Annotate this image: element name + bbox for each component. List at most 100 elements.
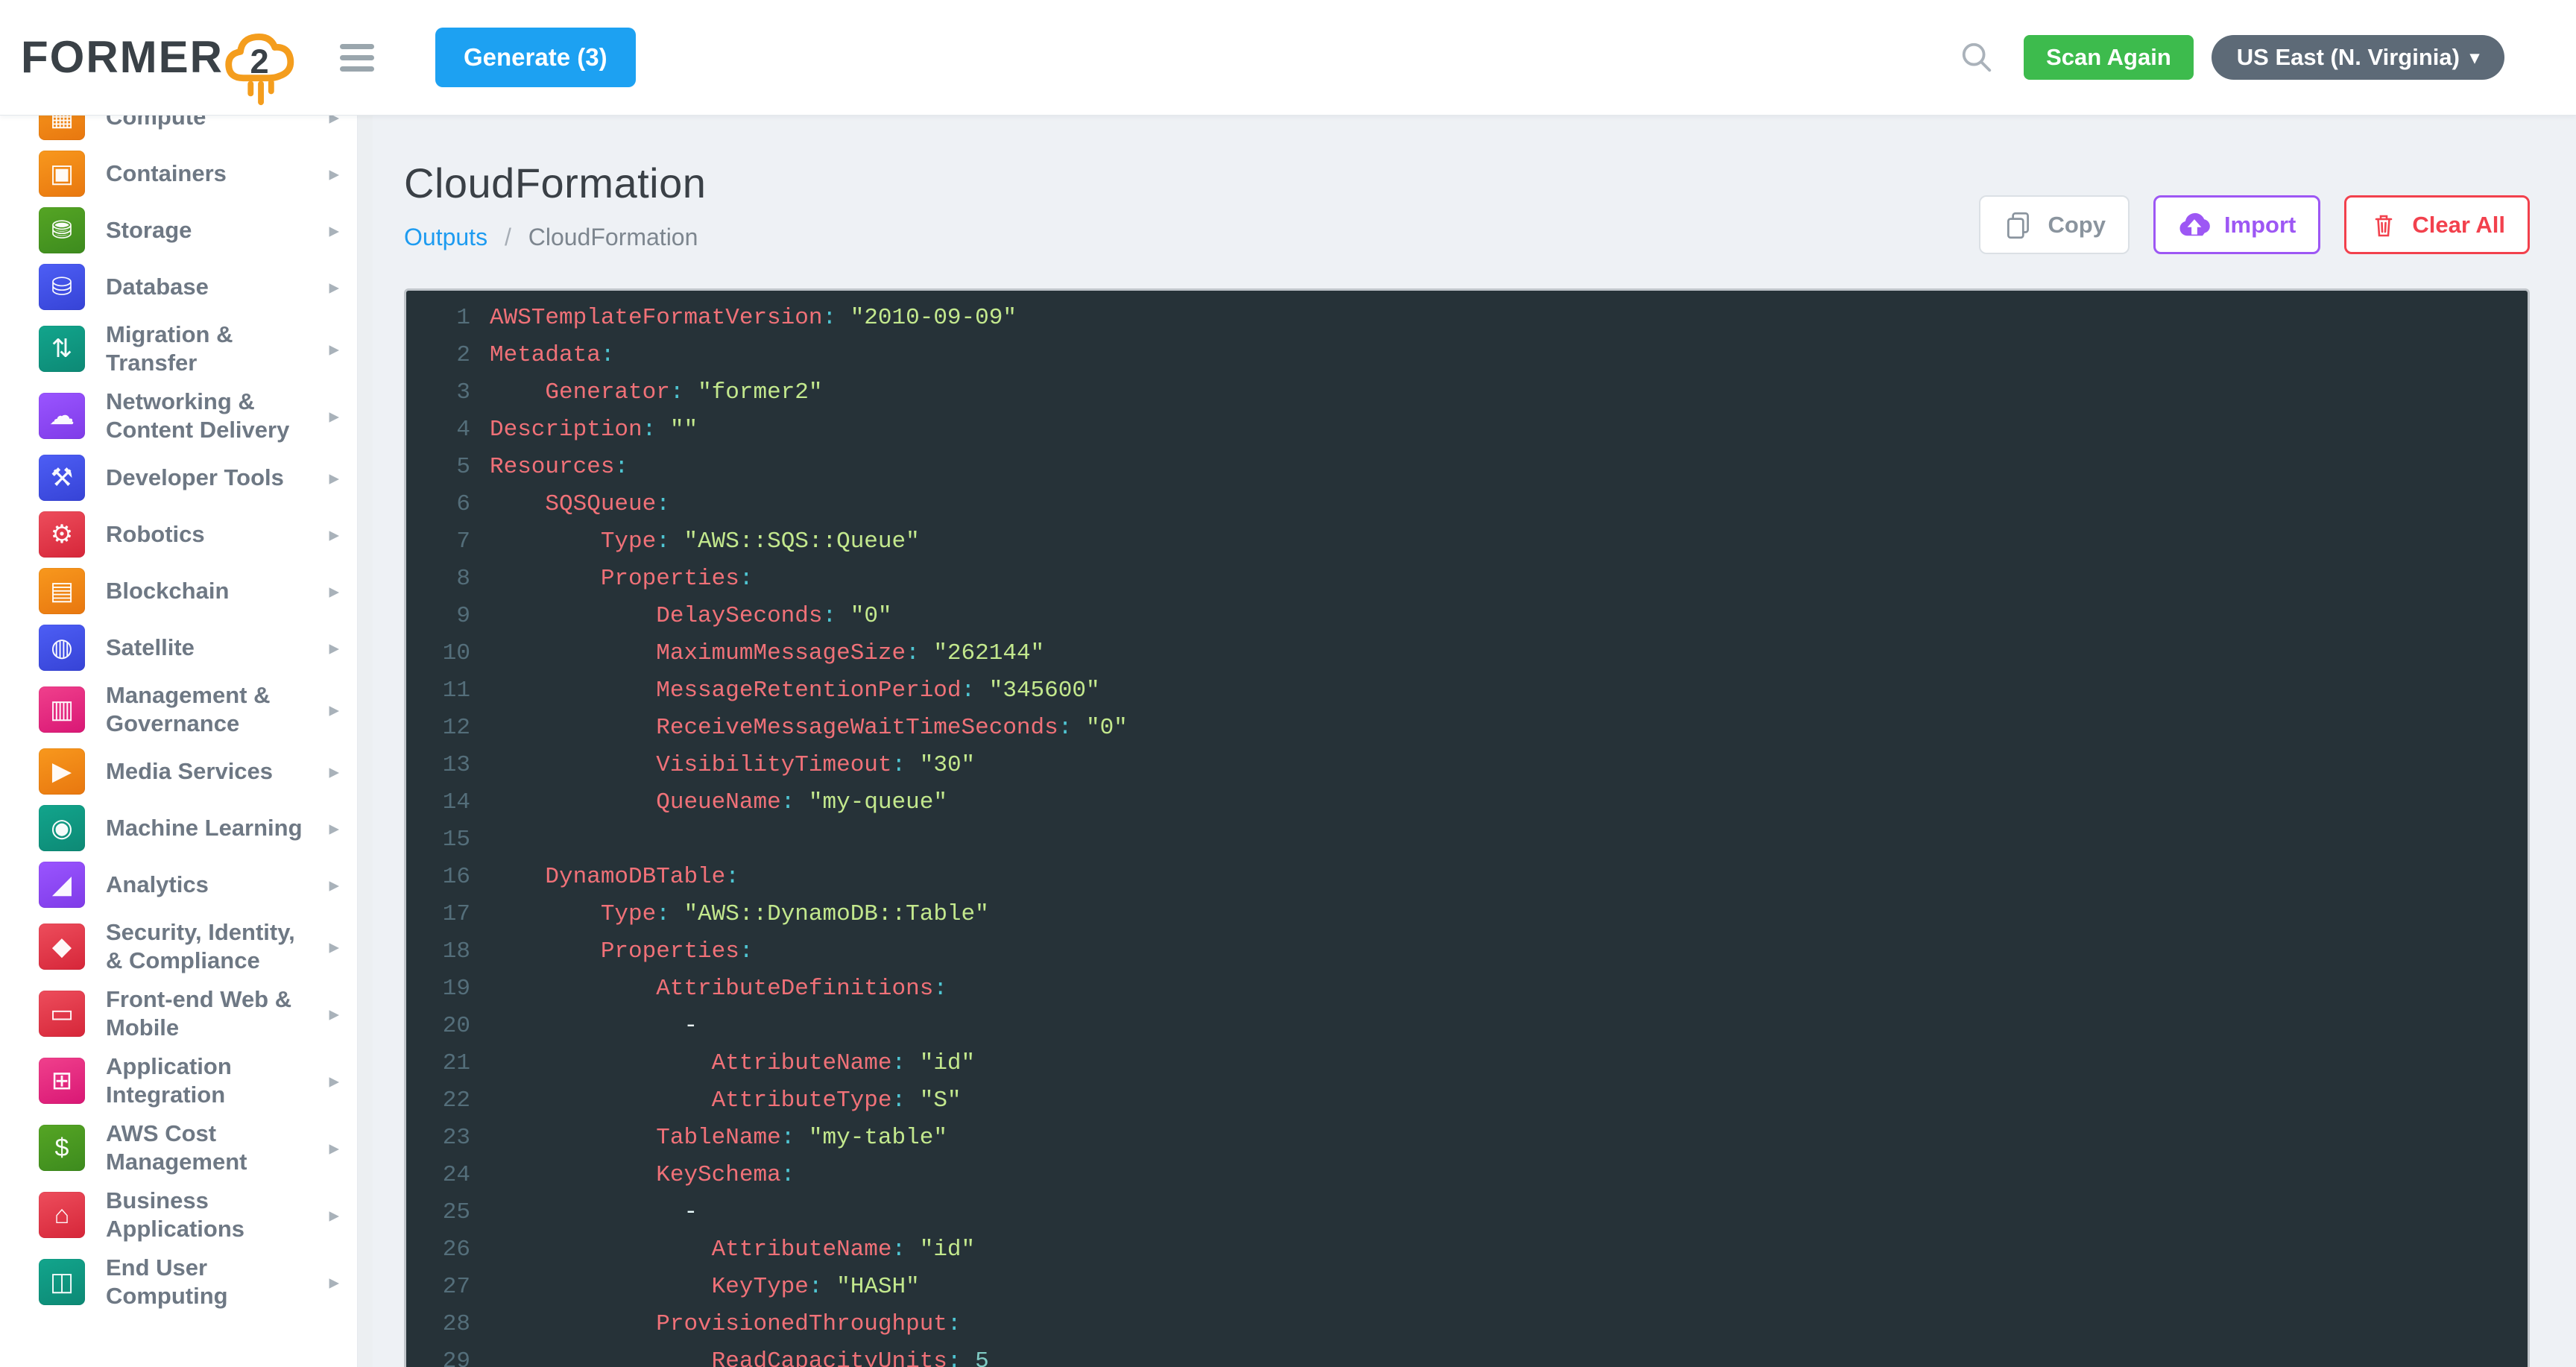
- sidebar-item-label: Machine Learning: [106, 814, 314, 842]
- sidebar-item-robotics[interactable]: ⚙Robotics▸: [0, 506, 357, 563]
- line-number: 23: [406, 1120, 490, 1157]
- code-text: Resources:: [490, 449, 2528, 486]
- code-text: MaximumMessageSize: "262144": [490, 635, 2528, 672]
- sidebar-item-label: Management & Governance: [106, 681, 314, 738]
- line-number: 8: [406, 561, 490, 598]
- sidebar-item-management-governance[interactable]: ▥Management & Governance▸: [0, 676, 357, 743]
- code-text: MessageRetentionPeriod: "345600": [490, 672, 2528, 710]
- scan-again-button[interactable]: Scan Again: [2024, 35, 2194, 80]
- sidebar-item-label: Database: [106, 273, 314, 301]
- sidebar-item-business-applications[interactable]: ⌂Business Applications▸: [0, 1181, 357, 1248]
- code-line: 14 QueueName: "my-queue": [406, 784, 2528, 821]
- code-line: 8 Properties:: [406, 561, 2528, 598]
- analytics-icon: ◢: [39, 862, 85, 908]
- sidebar-item-blockchain[interactable]: ▤Blockchain▸: [0, 563, 357, 619]
- code-text: Properties:: [490, 933, 2528, 970]
- sidebar-item-database[interactable]: ⛁Database▸: [0, 259, 357, 315]
- code-line: 29 ReadCapacityUnits: 5: [406, 1343, 2528, 1367]
- sidebar-item-compute[interactable]: ▦Compute▸: [0, 116, 357, 145]
- code-text: VisibilityTimeout: "30": [490, 747, 2528, 784]
- code-text: Description: "": [490, 411, 2528, 449]
- sidebar-item-label: Business Applications: [106, 1187, 314, 1243]
- line-number: 22: [406, 1082, 490, 1120]
- line-number: 14: [406, 784, 490, 821]
- line-number: 24: [406, 1157, 490, 1194]
- copy-button[interactable]: Copy: [1979, 195, 2130, 254]
- chevron-right-icon: ▸: [329, 935, 339, 959]
- chevron-right-icon: ▸: [329, 817, 339, 840]
- code-text: TableName: "my-table": [490, 1120, 2528, 1157]
- search-icon[interactable]: [1960, 40, 1994, 75]
- migration-transfer-icon: ⇅: [39, 326, 85, 372]
- chevron-right-icon: ▸: [329, 1070, 339, 1093]
- code-line: 3 Generator: "former2": [406, 374, 2528, 411]
- frontend-web-mobile-icon: ▭: [39, 991, 85, 1037]
- code-line: 17 Type: "AWS::DynamoDB::Table": [406, 896, 2528, 933]
- sidebar-item-security-identity-compliance[interactable]: ◆Security, Identity, & Compliance▸: [0, 913, 357, 980]
- sidebar-item-media-services[interactable]: ▶Media Services▸: [0, 743, 357, 800]
- line-number: 18: [406, 933, 490, 970]
- line-number: 3: [406, 374, 490, 411]
- code-editor[interactable]: 1AWSTemplateFormatVersion: "2010-09-09"2…: [404, 288, 2530, 1367]
- code-text: AttributeName: "id": [490, 1045, 2528, 1082]
- sidebar-item-networking-content-delivery[interactable]: ☁Networking & Content Delivery▸: [0, 382, 357, 449]
- end-user-computing-icon: ◫: [39, 1259, 85, 1305]
- chevron-right-icon: ▸: [329, 760, 339, 783]
- sidebar-item-storage[interactable]: ⛃Storage▸: [0, 202, 357, 259]
- code-line: 27 KeyType: "HASH": [406, 1269, 2528, 1306]
- line-number: 13: [406, 747, 490, 784]
- sidebar-item-label: Compute: [106, 116, 314, 131]
- chevron-right-icon: ▸: [329, 874, 339, 897]
- code-text: KeySchema:: [490, 1157, 2528, 1194]
- sidebar-item-aws-cost-management[interactable]: $AWS Cost Management▸: [0, 1114, 357, 1181]
- sidebar-item-label: AWS Cost Management: [106, 1120, 314, 1176]
- sidebar-item-label: Security, Identity, & Compliance: [106, 918, 314, 975]
- developer-tools-icon: ⚒: [39, 455, 85, 501]
- sidebar-item-containers[interactable]: ▣Containers▸: [0, 145, 357, 202]
- chevron-right-icon: ▸: [329, 276, 339, 299]
- line-number: 27: [406, 1269, 490, 1306]
- line-number: 7: [406, 523, 490, 561]
- code-text: SQSQueue:: [490, 486, 2528, 523]
- generate-button[interactable]: Generate (3): [435, 28, 636, 87]
- sidebar-item-label: Satellite: [106, 634, 314, 662]
- sidebar-item-front-end-web-mobile[interactable]: ▭Front-end Web & Mobile▸: [0, 980, 357, 1047]
- sidebar-item-application-integration[interactable]: ⊞Application Integration▸: [0, 1047, 357, 1114]
- code-text: [490, 821, 2528, 859]
- code-text: -: [490, 1194, 2528, 1231]
- sidebar-item-label: Storage: [106, 216, 314, 244]
- sidebar-item-machine-learning[interactable]: ◉Machine Learning▸: [0, 800, 357, 856]
- line-number: 21: [406, 1045, 490, 1082]
- clear-all-button[interactable]: Clear All: [2344, 195, 2530, 254]
- menu-toggle-icon[interactable]: [332, 31, 382, 85]
- line-number: 16: [406, 859, 490, 896]
- code-text: Metadata:: [490, 337, 2528, 374]
- code-text: QueueName: "my-queue": [490, 784, 2528, 821]
- former2-logo[interactable]: FORMER 2: [21, 2, 307, 113]
- chevron-right-icon: ▸: [329, 1271, 339, 1294]
- code-line: 6 SQSQueue:: [406, 486, 2528, 523]
- chevron-right-icon: ▸: [329, 698, 339, 722]
- code-text: DelaySeconds: "0": [490, 598, 2528, 635]
- sidebar-item-analytics[interactable]: ◢Analytics▸: [0, 856, 357, 913]
- code-line: 24 KeySchema:: [406, 1157, 2528, 1194]
- code-text: ProvisionedThroughput:: [490, 1306, 2528, 1343]
- breadcrumb-outputs-link[interactable]: Outputs: [404, 224, 487, 250]
- region-dropdown[interactable]: US East (N. Virginia) ▾: [2212, 35, 2504, 80]
- import-button[interactable]: Import: [2153, 195, 2320, 254]
- code-text: AttributeName: "id": [490, 1231, 2528, 1269]
- line-number: 15: [406, 821, 490, 859]
- line-number: 17: [406, 896, 490, 933]
- brand-cloud-icon: 2: [219, 17, 307, 113]
- sidebar-item-satellite[interactable]: ◍Satellite▸: [0, 619, 357, 676]
- sidebar-item-migration-transfer[interactable]: ⇅Migration & Transfer▸: [0, 315, 357, 382]
- satellite-icon: ◍: [39, 625, 85, 671]
- line-number: 6: [406, 486, 490, 523]
- code-line: 28 ProvisionedThroughput:: [406, 1306, 2528, 1343]
- copy-label: Copy: [2048, 212, 2106, 239]
- sidebar-item-developer-tools[interactable]: ⚒Developer Tools▸: [0, 449, 357, 506]
- code-line: 20 -: [406, 1008, 2528, 1045]
- line-number: 19: [406, 970, 490, 1008]
- sidebar-scrollbar[interactable]: [358, 116, 373, 1367]
- sidebar-item-end-user-computing[interactable]: ◫End User Computing▸: [0, 1248, 357, 1316]
